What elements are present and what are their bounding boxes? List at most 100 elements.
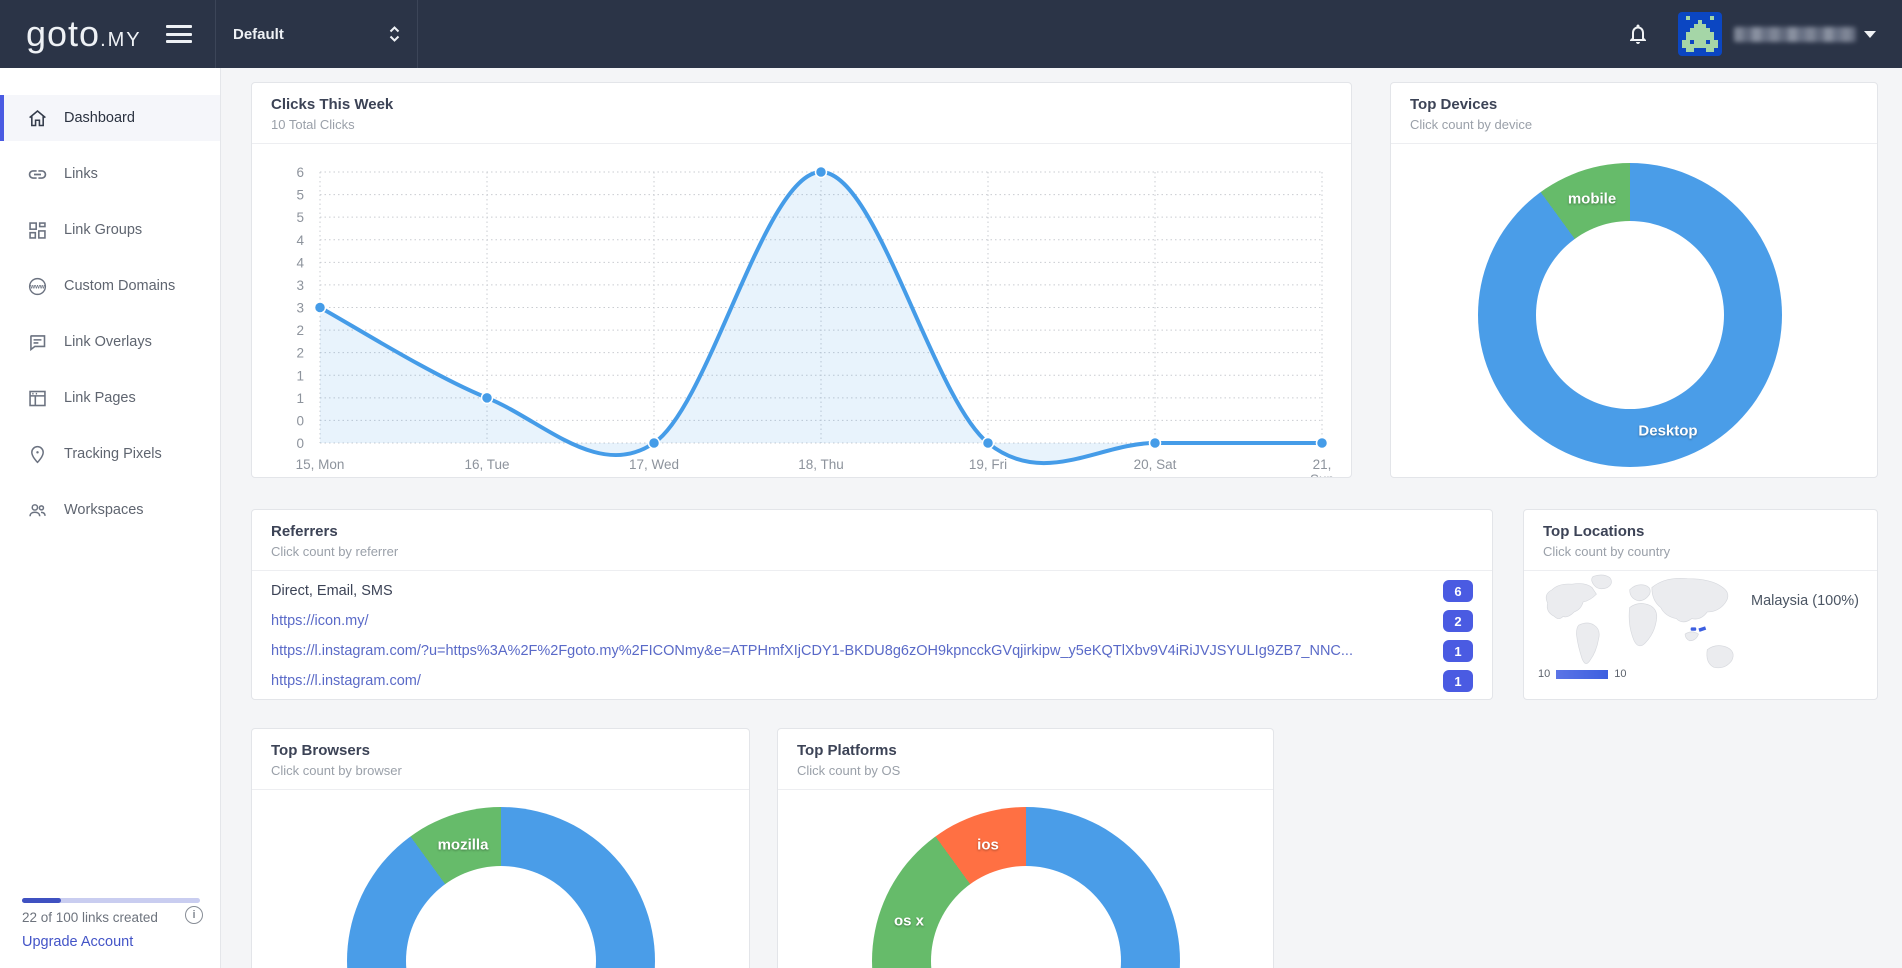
referrer-row: Direct, Email, SMS 6 <box>271 576 1473 606</box>
upgrade-account-link[interactable]: Upgrade Account <box>22 934 133 950</box>
user-avatar[interactable] <box>1678 12 1722 56</box>
user-menu-caret-icon[interactable] <box>1864 31 1876 38</box>
donut-hole <box>1536 221 1724 409</box>
workspace-selected-value: Default <box>233 25 284 43</box>
sidebar-item-label: Custom Domains <box>64 278 176 294</box>
sidebar-item-tracking-pixels[interactable]: Tracking Pixels <box>0 431 220 477</box>
slice-label-desktop: Desktop <box>1638 422 1698 440</box>
card-title: Referrers <box>271 523 338 540</box>
card-title: Top Browsers <box>271 742 370 759</box>
card-title: Top Platforms <box>797 742 897 759</box>
message-icon <box>30 334 46 351</box>
svg-text:2: 2 <box>296 323 304 338</box>
referrer-row: https://l.instagram.com/?u=https%3A%2F%2… <box>271 636 1473 666</box>
card-subtitle: Click count by browser <box>271 763 402 778</box>
card-subtitle: 10 Total Clicks <box>271 117 355 132</box>
referrer-link[interactable]: https://icon.my/ <box>271 613 369 629</box>
workspace-selector[interactable]: Default <box>233 0 401 68</box>
links-usage-text: 22 of 100 links created <box>22 910 158 925</box>
clicks-this-week-card: Clicks This Week 10 Total Clicks 6 5 5 4 4 3 3… <box>251 82 1352 478</box>
svg-text:21,Sun: 21, Sun <box>1310 457 1334 478</box>
link-icon <box>28 169 47 179</box>
top-devices-card: Top Devices Click count by device mobile… <box>1390 82 1878 478</box>
svg-text:0: 0 <box>296 436 304 451</box>
sidebar-item-custom-domains[interactable]: www Custom Domains <box>0 263 220 309</box>
top-country-label: Malaysia (100%) <box>1751 593 1859 609</box>
sidebar-item-link-pages[interactable]: Link Pages <box>0 375 220 421</box>
sidebar-item-dashboard[interactable]: Dashboard <box>0 95 220 141</box>
referrer-label: Direct, Email, SMS <box>271 583 393 599</box>
referrer-row: https://icon.my/ 2 <box>271 606 1473 636</box>
app-logo[interactable]: goto.MY <box>26 13 142 55</box>
logo-suffix: .MY <box>100 29 142 51</box>
sidebar-item-label: Link Groups <box>64 222 143 238</box>
card-subtitle: Click count by country <box>1543 544 1671 559</box>
referrer-link[interactable]: https://l.instagram.com/?u=https%3A%2F%2… <box>271 643 1353 659</box>
map-legend: 10 10 <box>1538 668 1627 680</box>
donut-hole <box>931 866 1121 968</box>
people-icon <box>29 503 46 516</box>
card-header: Top Locations Click count by country <box>1524 510 1877 571</box>
devices-donut-chart: mobile Desktop <box>1478 163 1782 467</box>
home-icon <box>29 109 46 126</box>
slice-label-mozilla: mozilla <box>437 836 489 854</box>
svg-text:0: 0 <box>296 413 304 428</box>
map-highlight-malaysia <box>1690 626 1707 632</box>
legend-max: 10 <box>1614 668 1627 680</box>
sidebar-item-workspaces[interactable]: Workspaces <box>0 487 220 533</box>
slice-label-osx: os x <box>893 912 925 930</box>
svg-text:4: 4 <box>296 233 304 248</box>
card-header: Top Platforms Click count by OS <box>778 729 1273 790</box>
sidebar-item-label: Tracking Pixels <box>64 446 162 462</box>
svg-text:3: 3 <box>296 301 304 316</box>
card-header: Clicks This Week 10 Total Clicks <box>252 83 1351 144</box>
www-globe-icon: www <box>28 277 47 295</box>
card-subtitle: Click count by device <box>1410 117 1533 132</box>
svg-text:15, Mon: 15, Mon <box>296 457 345 472</box>
card-header: Top Browsers Click count by browser <box>252 729 749 790</box>
referrer-list: Direct, Email, SMS 6 https://icon.my/ 2 … <box>271 576 1473 696</box>
card-header: Top Devices Click count by device <box>1391 83 1877 144</box>
card-title: Top Locations <box>1543 523 1645 540</box>
location-pin-icon <box>31 445 44 463</box>
svg-text:1: 1 <box>296 391 304 406</box>
browsers-donut-chart: mozilla <box>347 807 655 968</box>
svg-text:4: 4 <box>296 255 304 270</box>
svg-text:5: 5 <box>296 188 304 203</box>
referrer-row: https://l.instagram.com/ 1 <box>271 666 1473 696</box>
grid-icon <box>29 221 46 239</box>
slice-label-mobile: mobile <box>1567 190 1617 208</box>
sidebar-item-link-groups[interactable]: Link Groups <box>0 207 220 253</box>
card-title: Clicks This Week <box>271 96 394 113</box>
svg-text:3: 3 <box>296 278 304 293</box>
referrer-count-badge: 2 <box>1443 610 1473 632</box>
card-subtitle: Click count by referrer <box>271 544 399 559</box>
sidebar: Dashboard Links Link Groups www Custom D… <box>0 68 221 968</box>
referrer-link[interactable]: https://l.instagram.com/ <box>271 673 421 689</box>
menu-toggle-icon[interactable] <box>166 25 192 43</box>
card-header: Referrers Click count by referrer <box>252 510 1492 571</box>
svg-text:17, Wed: 17, Wed <box>629 457 679 472</box>
info-icon[interactable]: i <box>185 906 203 924</box>
top-locations-card: Top Locations Click count by country 10 <box>1523 509 1878 700</box>
card-title: Top Devices <box>1410 96 1498 113</box>
sidebar-item-links[interactable]: Links <box>0 151 220 197</box>
platforms-donut-chart: ios os x <box>872 807 1180 968</box>
sidebar-item-label: Link Pages <box>64 390 136 406</box>
sidebar-item-label: Workspaces <box>64 502 144 518</box>
svg-text:1: 1 <box>296 368 304 383</box>
sidebar-item-link-overlays[interactable]: Link Overlays <box>0 319 220 365</box>
links-usage-progress-fill <box>22 898 62 903</box>
top-browsers-card: Top Browsers Click count by browser mozi… <box>251 728 750 968</box>
notifications-bell-icon[interactable] <box>1626 22 1650 46</box>
topbar-divider <box>215 0 216 68</box>
world-map <box>1545 574 1734 669</box>
legend-color-bar <box>1556 669 1609 679</box>
sidebar-item-label: Dashboard <box>64 110 135 126</box>
svg-text:19, Fri: 19, Fri <box>969 457 1007 472</box>
svg-text:18, Thu: 18, Thu <box>798 457 844 472</box>
svg-text:2: 2 <box>296 346 304 361</box>
top-platforms-card: Top Platforms Click count by OS ios os x <box>777 728 1274 968</box>
topbar-divider <box>417 0 418 68</box>
dashboard-page: goto.MY Default Dashboard Links Link Gro… <box>0 0 1902 968</box>
